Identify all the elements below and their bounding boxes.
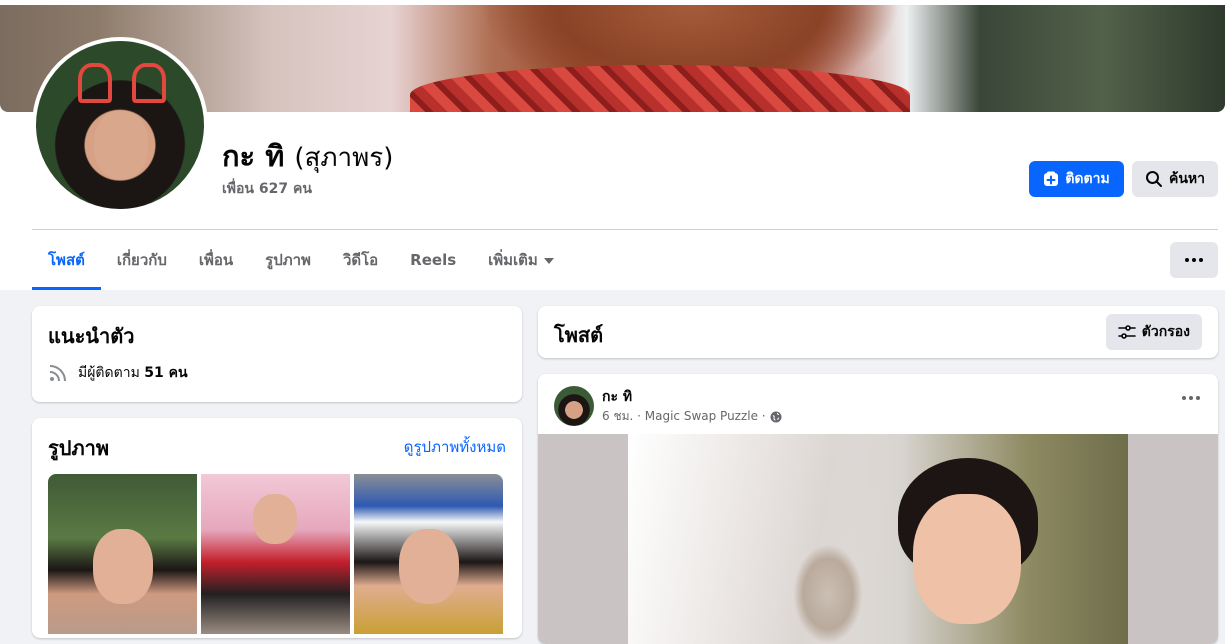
photo-thumbnail[interactable] xyxy=(354,474,503,634)
filter-sliders-icon xyxy=(1117,325,1136,339)
filter-button[interactable]: ตัวกรอง xyxy=(1105,314,1202,350)
post-more-button[interactable] xyxy=(1182,396,1200,400)
photos-card: รูปภาพ ดูรูปภาพทั้งหมด xyxy=(32,418,522,638)
tab-photos[interactable]: รูปภาพ xyxy=(249,230,327,290)
photos-title[interactable]: รูปภาพ xyxy=(48,432,109,464)
tab-reels[interactable]: Reels xyxy=(394,230,472,290)
profile-avatar[interactable] xyxy=(32,37,208,213)
rss-icon xyxy=(49,365,66,382)
see-all-photos-link[interactable]: ดูรูปภาพทั้งหมด xyxy=(404,435,506,459)
posts-title: โพสต์ xyxy=(554,323,604,347)
tab-about[interactable]: เกี่ยวกับ xyxy=(101,230,183,290)
profile-tabs: โพสต์ เกี่ยวกับ เพื่อน รูปภาพ วิดีโอ Ree… xyxy=(32,230,570,290)
post-image[interactable] xyxy=(538,434,1218,644)
post-author-avatar[interactable] xyxy=(554,386,594,426)
chevron-down-icon xyxy=(543,258,554,264)
photo-thumbnail[interactable] xyxy=(48,474,197,634)
follow-plus-icon xyxy=(1044,171,1059,186)
tab-posts[interactable]: โพสต์ xyxy=(32,230,101,290)
tab-videos[interactable]: วิดีโอ xyxy=(327,230,394,290)
followers-text[interactable]: มีผู้ติดตาม 51 คน xyxy=(78,362,188,384)
posts-header-card: โพสต์ ตัวกรอง xyxy=(538,306,1218,358)
search-button[interactable]: ค้นหา xyxy=(1132,161,1218,197)
globe-icon xyxy=(770,411,782,422)
profile-name-block: กะ ทิ (สุภาพร) เพื่อน 627 คน xyxy=(222,138,393,200)
profile-name-text: กะ ทิ xyxy=(222,139,285,173)
post-meta-text[interactable]: 6 ชม. · Magic Swap Puzzle · xyxy=(602,407,766,426)
more-dots-icon xyxy=(1182,396,1200,400)
followers-count: 51 คน xyxy=(144,365,188,381)
post-author-name[interactable]: กะ ทิ xyxy=(602,386,632,408)
search-label: ค้นหา xyxy=(1168,171,1206,187)
profile-name: กะ ทิ (สุภาพร) xyxy=(222,138,393,176)
photo-thumbnail[interactable] xyxy=(201,474,350,634)
follow-button[interactable]: ติดตาม xyxy=(1029,161,1124,197)
post-card: กะ ทิ 6 ชม. · Magic Swap Puzzle · xyxy=(538,374,1218,644)
profile-more-button[interactable] xyxy=(1170,242,1218,278)
more-dots-icon xyxy=(1185,258,1203,262)
follow-label: ติดตาม xyxy=(1065,171,1110,187)
tab-more[interactable]: เพิ่มเติม xyxy=(472,230,570,290)
tab-friends[interactable]: เพื่อน xyxy=(183,230,249,290)
filter-label: ตัวกรอง xyxy=(1141,324,1190,340)
profile-alternate-name: (สุภาพร) xyxy=(294,143,394,173)
search-icon xyxy=(1145,171,1162,187)
intro-title: แนะนำตัว xyxy=(48,324,135,348)
followers-row: มีผู้ติดตาม 51 คน xyxy=(48,362,188,384)
friends-count[interactable]: เพื่อน 627 คน xyxy=(222,178,393,200)
intro-card: แนะนำตัว มีผู้ติดตาม 51 คน xyxy=(32,306,522,402)
post-meta: 6 ชม. · Magic Swap Puzzle · xyxy=(602,407,782,426)
